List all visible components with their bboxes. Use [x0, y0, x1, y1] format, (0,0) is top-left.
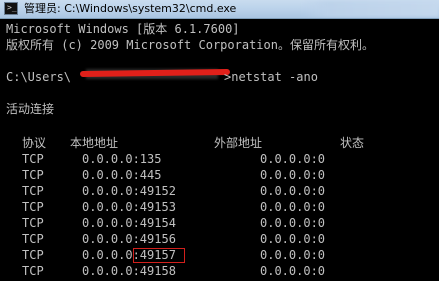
cmd-window: >_ 管理员: C:\Windows\system32\cmd.exe Micr… — [0, 0, 439, 281]
row-local-address: 0.0.0.0:49154 — [82, 216, 176, 230]
row-protocol: TCP — [22, 200, 44, 214]
version-line: Microsoft Windows [版本 6.1.7600] — [6, 22, 240, 36]
row-foreign-address: 0.0.0.0:0 — [260, 152, 326, 166]
row-protocol: TCP — [22, 264, 44, 278]
row-protocol: TCP — [22, 216, 44, 230]
row-protocol: TCP — [22, 248, 44, 262]
cmd-icon[interactable]: >_ — [4, 2, 18, 15]
column-header-protocol: 协议 — [22, 136, 47, 150]
title-bar[interactable]: >_ 管理员: C:\Windows\system32\cmd.exe — [0, 0, 439, 19]
row-local-address: 0.0.0.0:49156 — [82, 232, 176, 246]
row-foreign-address: 0.0.0.0:0 — [260, 232, 326, 246]
row-local-address: 0.0.0.0:445 — [82, 168, 162, 182]
column-header-state: 状态 — [340, 136, 365, 150]
row-foreign-address: 0.0.0.0:0 — [260, 264, 326, 278]
row-foreign-address: 0.0.0.0:0 — [260, 168, 326, 182]
column-header-foreign-address: 外部地址 — [214, 136, 263, 150]
cmd-prompt-glyph: >_ — [7, 3, 17, 12]
row-protocol: TCP — [22, 232, 44, 246]
row-protocol: TCP — [22, 184, 44, 198]
prompt-command: >netstat -ano — [224, 70, 318, 84]
console-output[interactable]: Microsoft Windows [版本 6.1.7600] 版权所有 (c)… — [0, 19, 439, 281]
row-protocol: TCP — [22, 168, 44, 182]
column-header-local-address: 本地地址 — [70, 136, 119, 150]
window-title: 管理员: C:\Windows\system32\cmd.exe — [24, 2, 237, 15]
row-foreign-address: 0.0.0.0:0 — [260, 216, 326, 230]
copyright-line: 版权所有 (c) 2009 Microsoft Corporation。保留所有… — [6, 38, 374, 52]
row-foreign-address: 0.0.0.0:0 — [260, 248, 326, 262]
highlight-port-box — [133, 248, 185, 263]
row-foreign-address: 0.0.0.0:0 — [260, 184, 326, 198]
row-local-address: 0.0.0.0:135 — [82, 152, 162, 166]
row-local-address: 0.0.0.0:49152 — [82, 184, 176, 198]
row-protocol: TCP — [22, 152, 44, 166]
prompt-prefix: C:\Users\ — [6, 70, 72, 84]
row-local-address: 0.0.0.0:49153 — [82, 200, 176, 214]
section-title: 活动连接 — [6, 102, 55, 116]
row-local-address: 0.0.0.0:49158 — [82, 264, 176, 278]
row-foreign-address: 0.0.0.0:0 — [260, 200, 326, 214]
title-bar-blurred-region — [300, 1, 439, 17]
